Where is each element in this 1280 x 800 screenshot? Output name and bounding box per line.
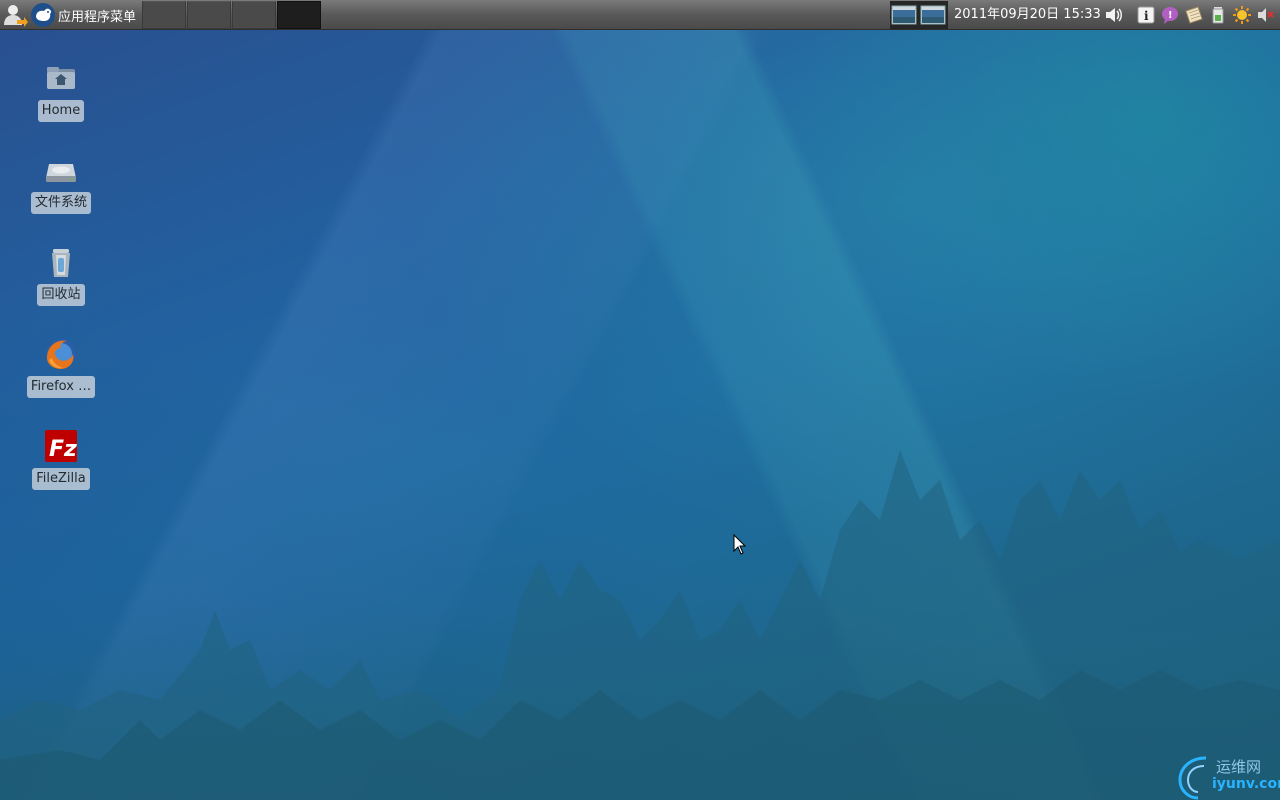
mute-icon[interactable]: [1256, 5, 1276, 25]
desktop-icon-label: 文件系统: [30, 192, 91, 214]
watermark: 运维网 iyunv.com: [1176, 752, 1280, 800]
desktop[interactable]: Home 文件系统 回收站 Firefox … Fz FileZilla 运维网…: [0, 0, 1280, 800]
top-panel: 应用程序菜单 2011年09月20日 15:33 i !: [0, 0, 1280, 30]
svg-text:Fz: Fz: [49, 437, 77, 462]
workspace-2[interactable]: [187, 1, 231, 29]
trash-icon: [52, 249, 70, 277]
watermark-text: 运维网: [1216, 758, 1262, 776]
applications-menu-label: 应用程序菜单: [58, 9, 137, 25]
desktop-icon-home[interactable]: Home: [11, 60, 111, 122]
workspace-4[interactable]: [277, 1, 321, 29]
hard-drive-icon: [46, 164, 76, 182]
info-icon[interactable]: i: [1136, 5, 1156, 25]
notes-icon[interactable]: [1184, 5, 1204, 25]
light-beam: [0, 0, 1280, 800]
workspace-3[interactable]: [232, 1, 276, 29]
desktop-icon-label: FileZilla: [32, 468, 90, 490]
clock[interactable]: 2011年09月20日 15:33: [954, 0, 1101, 30]
window-button-icon[interactable]: [890, 1, 918, 29]
desktop-icon-filesystem[interactable]: 文件系统: [11, 152, 111, 214]
workspace-1[interactable]: [142, 1, 186, 29]
watermark-logo-icon: [1178, 756, 1207, 800]
desktop-icon-firefox[interactable]: Firefox …: [11, 336, 111, 398]
svg-text:!: !: [1168, 10, 1173, 21]
light-beam: [0, 0, 1280, 800]
desktop-icon-filezilla[interactable]: Fz FileZilla: [11, 428, 111, 490]
desktop-icon-label: 回收站: [37, 284, 85, 306]
firefox-icon: [46, 339, 76, 369]
forest-silhouette: [0, 450, 1280, 800]
desktop-icon-trash[interactable]: 回收站: [11, 244, 111, 306]
window-buttons: [890, 1, 948, 29]
user-switch-icon[interactable]: [2, 3, 28, 27]
window-button-icon[interactable]: [919, 1, 947, 29]
home-folder-icon: [47, 67, 75, 89]
desktop-icon-label: Home: [37, 100, 85, 122]
workspace-switcher[interactable]: [142, 1, 322, 29]
brightness-icon[interactable]: [1232, 5, 1252, 25]
watermark-domain: iyunv.com: [1212, 776, 1280, 792]
xfce-mouse-icon: [31, 3, 55, 27]
filezilla-icon: Fz: [45, 430, 77, 462]
chat-icon[interactable]: !: [1160, 5, 1180, 25]
svg-text:i: i: [1144, 9, 1149, 23]
desktop-icon-label: Firefox …: [26, 376, 96, 398]
volume-icon[interactable]: [1104, 5, 1124, 25]
battery-icon[interactable]: [1208, 5, 1228, 25]
applications-menu-button[interactable]: 应用程序菜单: [30, 2, 140, 28]
mouse-cursor-icon: [733, 534, 747, 555]
wallpaper-shade: [0, 0, 1280, 800]
